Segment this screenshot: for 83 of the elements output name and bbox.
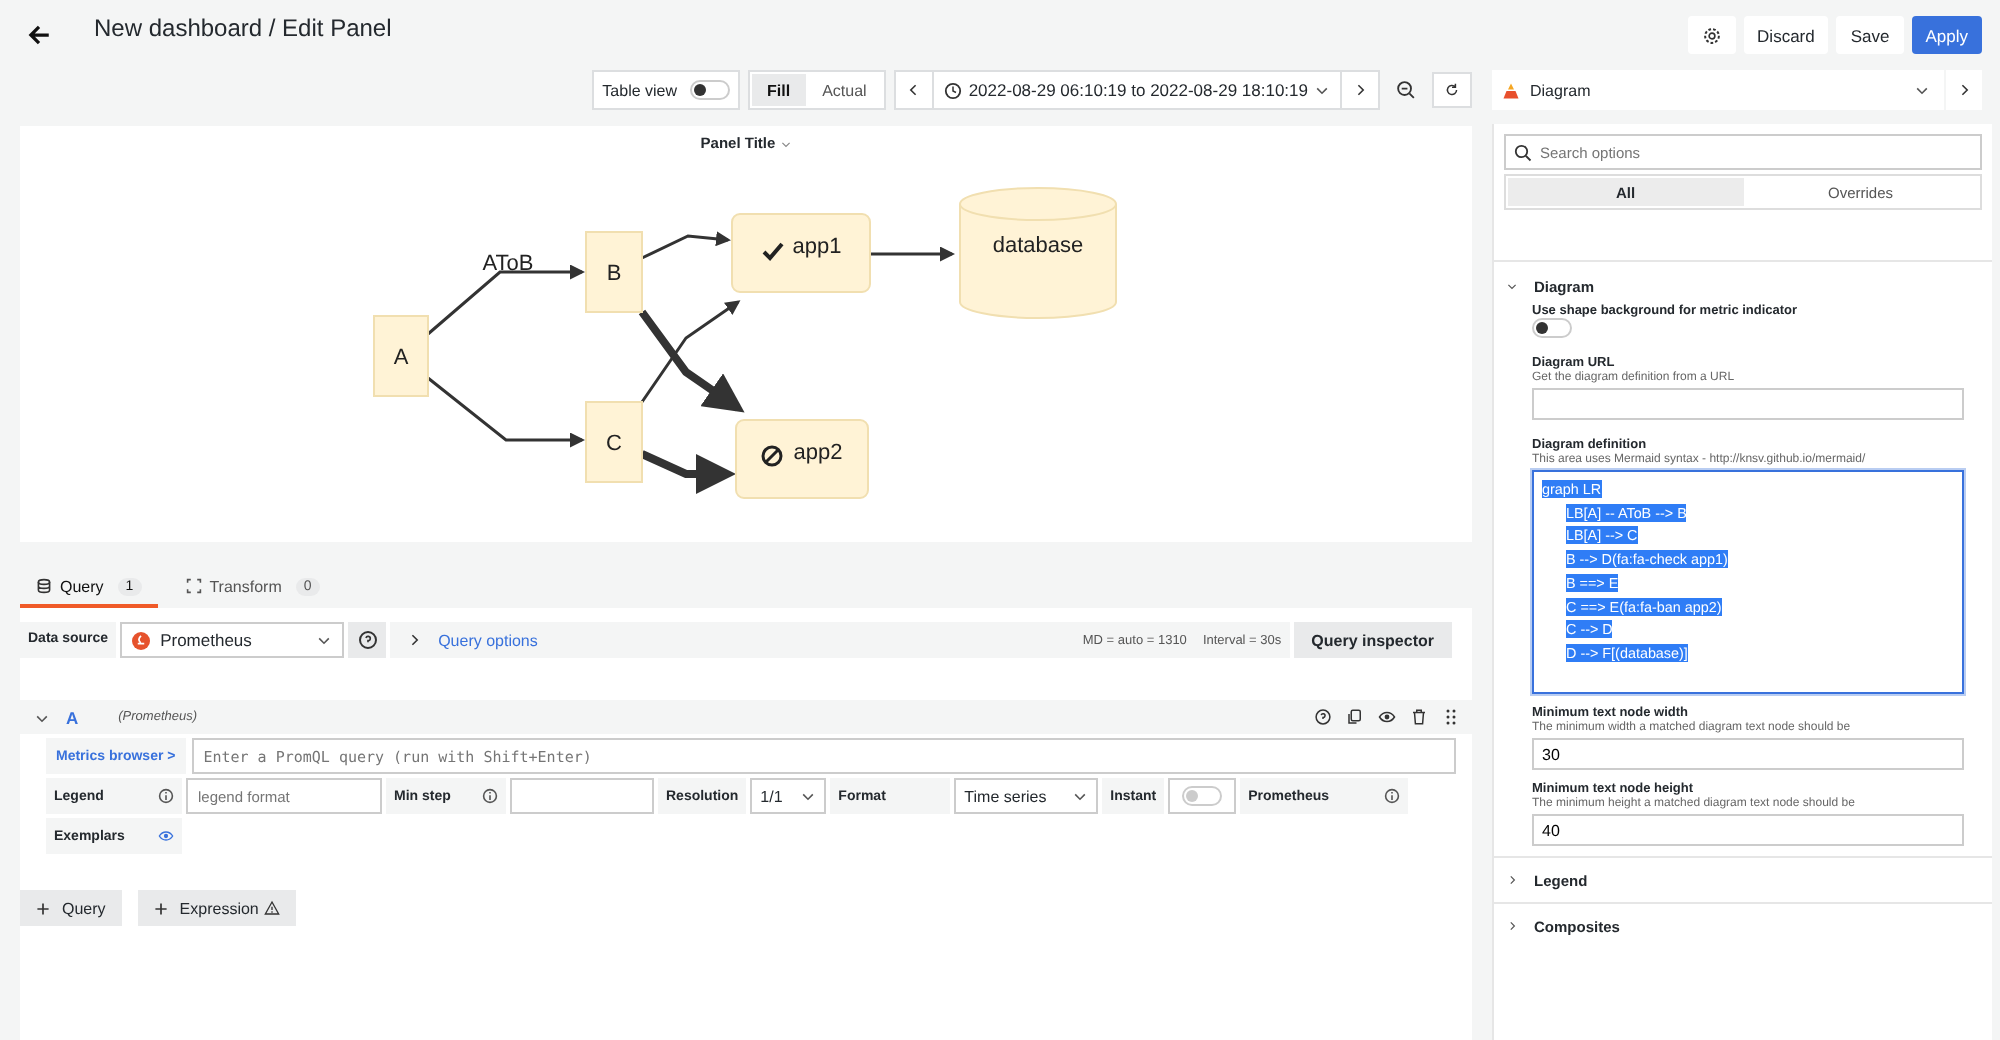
instant-toggle[interactable] <box>1168 778 1237 814</box>
warning-icon <box>264 900 281 916</box>
time-range-picker[interactable]: 2022-08-29 06:10:19 to 2022-08-29 18:10:19 <box>932 72 1342 108</box>
format-select[interactable]: Time series <box>954 778 1099 814</box>
info-icon[interactable] <box>1384 788 1401 804</box>
refresh-button[interactable] <box>1432 72 1472 108</box>
node-label: B <box>606 262 622 286</box>
ban-icon <box>761 445 783 467</box>
data-source-value: Prometheus <box>160 630 254 650</box>
visualization-picker[interactable]: Diagram <box>1492 70 1944 110</box>
chevron-down-icon[interactable] <box>779 137 792 149</box>
plus-icon <box>153 901 168 915</box>
header-button[interactable]: Save <box>1836 16 1904 54</box>
min-step-input[interactable] <box>510 778 654 814</box>
edge-label: AToB <box>482 252 534 276</box>
page-title: New dashboard / Edit Panel <box>94 13 392 41</box>
min-width-input[interactable]: 30 <box>1532 738 1964 770</box>
diagram-logo-icon <box>1502 81 1520 99</box>
chevron-right-icon[interactable] <box>406 632 423 648</box>
diagram-node <box>735 419 869 499</box>
search-icon <box>1514 143 1532 161</box>
chevron-down-icon <box>1072 788 1089 804</box>
query-inspector-button[interactable]: Query inspector <box>1293 622 1452 658</box>
flame-icon <box>132 631 151 649</box>
drag-handle-icon[interactable] <box>1442 708 1460 726</box>
diagram-url-input[interactable] <box>1532 388 1964 420</box>
tab-label: Transform <box>209 577 282 595</box>
query-options-link[interactable]: Query options <box>438 631 538 649</box>
eye-icon <box>158 828 174 844</box>
help-icon <box>357 630 378 650</box>
database-icon <box>36 578 52 594</box>
edge-arrow <box>640 450 736 494</box>
chevron-right-icon <box>1956 82 1972 98</box>
time-range-text: 2022-08-29 06:10:19 to 2022-08-29 18:10:19 <box>968 80 1308 100</box>
edge-arrow <box>641 231 731 260</box>
chevron-down-icon <box>800 788 817 804</box>
diagram-node <box>585 231 643 313</box>
node-label: database <box>992 234 1084 258</box>
node-label: C <box>606 432 622 456</box>
plus-icon <box>36 901 50 915</box>
header-button[interactable]: Discard <box>1743 16 1829 54</box>
help-icon[interactable] <box>1314 708 1332 726</box>
add-button[interactable]: Expression <box>137 890 297 926</box>
node-label: app1 <box>792 235 842 259</box>
help-button[interactable] <box>348 622 387 658</box>
info-icon[interactable] <box>158 788 174 804</box>
diagram-node <box>373 315 429 397</box>
select-value: Time series <box>964 787 1047 805</box>
min-height-input[interactable]: 40 <box>1532 814 1964 846</box>
settings-button[interactable] <box>1687 16 1736 54</box>
refresh-icon <box>1444 80 1460 100</box>
fit-option[interactable]: Fill <box>751 74 807 106</box>
node-label: app2 <box>793 441 843 465</box>
chevron-right-icon <box>1352 82 1368 98</box>
tab-label: Query <box>60 577 104 595</box>
gear-icon <box>1701 25 1722 45</box>
check-icon <box>762 242 784 261</box>
add-label: Expression <box>179 899 259 917</box>
table-view-toggle[interactable]: Table view <box>592 70 740 110</box>
add-label: Query <box>62 899 106 917</box>
edge-arrow <box>870 246 955 262</box>
add-button[interactable]: Query <box>20 890 122 926</box>
resolution-select[interactable]: 1/1 <box>750 778 827 814</box>
ref-letter[interactable]: A <box>66 707 79 727</box>
info-icon[interactable] <box>482 788 498 804</box>
clock-icon <box>944 81 963 99</box>
chevron-down-icon <box>1914 82 1930 98</box>
select-value: 1/1 <box>760 787 783 805</box>
chevron-down-icon <box>316 632 333 648</box>
trash-icon[interactable] <box>1410 708 1428 726</box>
data-source-select[interactable]: Prometheus <box>120 622 345 658</box>
shape-background-toggle[interactable] <box>1532 318 1572 338</box>
chevron-down-icon <box>1314 82 1330 98</box>
zoom-out-icon[interactable] <box>1396 80 1416 100</box>
duplicate-icon[interactable] <box>1346 708 1364 726</box>
diagram-node <box>731 213 871 293</box>
eye-icon[interactable] <box>1378 708 1396 726</box>
node-label: A <box>393 346 409 370</box>
apply-button[interactable]: Apply <box>1911 16 1982 54</box>
visualization-name: Diagram <box>1530 81 1593 99</box>
diagram-node <box>585 401 643 483</box>
back-arrow-icon[interactable] <box>26 22 52 48</box>
transform-icon <box>185 578 202 594</box>
